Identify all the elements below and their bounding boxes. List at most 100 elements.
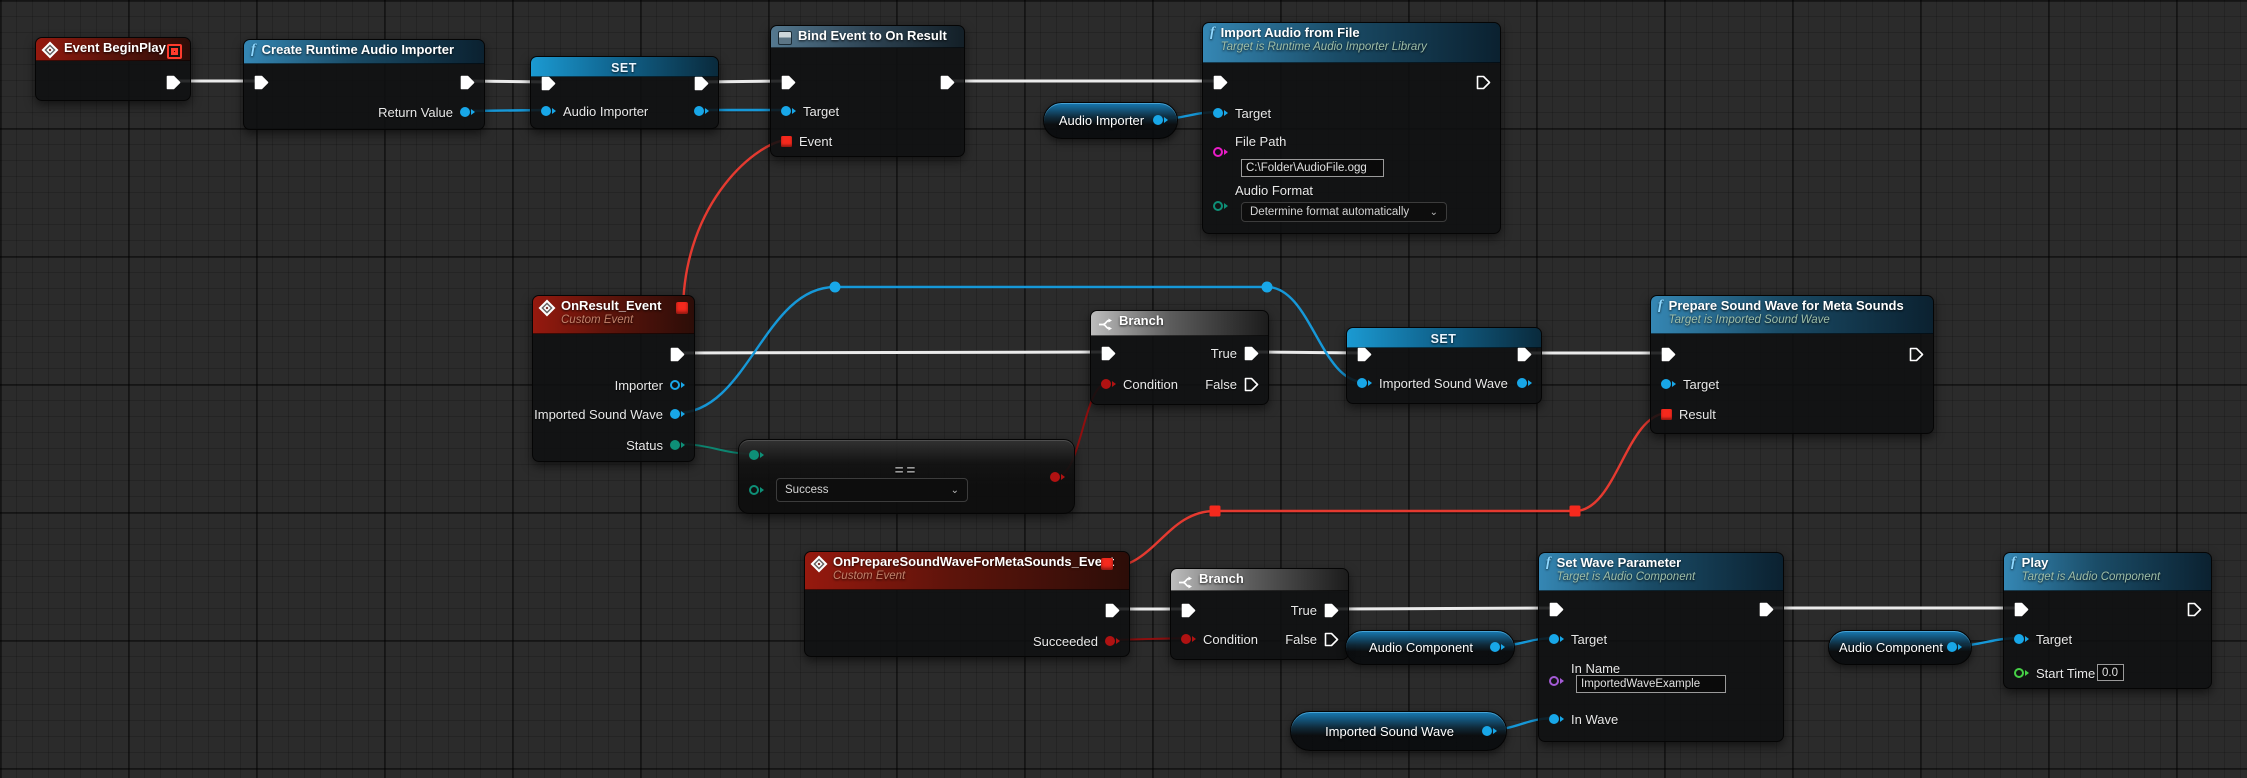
onresult-event-pin-importer[interactable]: Importer [615,375,685,395]
pin-exec-icon[interactable] [1517,347,1532,362]
node-imported-sound-wave-var[interactable]: Imported Sound Wave [1290,711,1507,751]
pin-exec-icon[interactable] [2187,602,2202,617]
node-header[interactable]: fPlayTarget is Audio Component [2004,553,2211,591]
pin-object-icon[interactable] [694,106,709,116]
node-bind-event-to-on-result[interactable]: Bind Event to On ResultTargetEvent [770,25,965,157]
pin-exec-icon[interactable] [2014,602,2029,617]
play-pin-start-time[interactable]: Start Time [2014,663,2095,683]
pin-exec-icon[interactable] [166,75,181,90]
pin-object-icon[interactable] [670,380,685,390]
branch-1-pin-exec-in[interactable] [1101,343,1116,363]
node-header[interactable]: Branch [1091,311,1268,336]
onprepare-event-pin-exec-out[interactable] [1105,600,1120,620]
import-audio-from-file-pin-exec-out[interactable] [1476,72,1491,92]
node-onprepare-event[interactable]: OnPrepareSoundWaveForMetaSounds_EventCus… [804,551,1130,657]
equals-enum-pin-result-out[interactable] [1050,467,1065,487]
pin-exec-icon[interactable] [1244,346,1259,361]
import-audio-from-file-pin-exec-in[interactable] [1213,72,1228,92]
pin-float-icon[interactable] [2014,668,2029,678]
equals-enum-b-in-dropdown[interactable]: Success⌄ [776,478,968,502]
play-start-time-input[interactable]: 0.0 [2097,664,2124,681]
audio-component-var-1-pin-value-out[interactable] [1490,637,1505,657]
branch-2-pin-condition[interactable]: Condition [1181,629,1258,649]
branch-1-pin-condition[interactable]: Condition [1101,374,1178,394]
blueprint-event-graph[interactable]: Event BeginPlay fCreate Runtime Audio Imp… [0,0,2247,778]
pin-exec-icon[interactable] [1324,632,1339,647]
branch-2-pin-exec-in[interactable] [1181,600,1196,620]
branch-2-pin-false-out[interactable]: False [1285,629,1339,649]
node-header[interactable]: Bind Event to On Result [771,26,964,48]
pin-object-icon[interactable] [1549,634,1564,644]
onresult-event-pin-status[interactable]: Status [626,435,685,455]
pin-object-icon[interactable] [781,106,796,116]
node-branch-1[interactable]: BranchConditionTrueFalse [1090,310,1269,405]
onresult-event-pin-exec-out[interactable] [670,344,685,364]
create-runtime-audio-importer-pin-return-value[interactable]: Return Value [378,102,475,122]
pin-exec-icon[interactable] [1101,346,1116,361]
prepare-sound-wave-pin-result[interactable]: Result [1661,404,1716,424]
pin-exec-icon[interactable] [1909,347,1924,362]
pin-object-icon[interactable] [1482,726,1497,736]
set-wave-parameter-pin-target[interactable]: Target [1549,629,1607,649]
node-import-audio-from-file[interactable]: fImport Audio from FileTarget is Runtime… [1202,22,1501,234]
node-audio-component-var-1[interactable]: Audio Component [1345,630,1515,665]
play-pin-target[interactable]: Target [2014,629,2072,649]
prepare-sound-wave-pin-target[interactable]: Target [1661,374,1719,394]
node-header[interactable]: fCreate Runtime Audio Importer [244,40,484,64]
pin-object-icon[interactable] [1947,642,1962,652]
audio-importer-var-pin-value-out[interactable] [1153,110,1168,130]
pin-exec-icon[interactable] [254,75,269,90]
set-audio-importer-pin-audio-importer-in[interactable]: Audio Importer [541,101,648,121]
pin-delegate-icon[interactable] [781,136,792,147]
set-wave-parameter-in-name-input[interactable]: ImportedWaveExample [1576,675,1726,693]
bind-event-to-on-result-pin-exec-in[interactable] [781,72,796,92]
import-audio-from-file-pin-audio-format[interactable] [1213,196,1228,216]
node-header[interactable]: OnPrepareSoundWaveForMetaSounds_EventCus… [805,552,1129,590]
delegate-output-pin[interactable] [1101,558,1113,570]
pin-exec-icon[interactable] [670,347,685,362]
pin-exec-icon[interactable] [541,76,556,91]
import-audio-from-file-file-path-input[interactable]: C:\Folder\AudioFile.ogg [1241,159,1384,177]
pin-object-icon[interactable] [1661,379,1676,389]
set-imported-sound-wave-pin-imported-sound-wave-in[interactable]: Imported Sound Wave [1357,373,1508,393]
pin-exec-icon[interactable] [1661,347,1676,362]
set-wave-parameter-pin-in-wave[interactable]: In Wave [1549,709,1618,729]
pin-object-icon[interactable] [1549,714,1564,724]
reroute-isw-1[interactable] [830,282,841,293]
pin-name-icon[interactable] [1549,676,1564,686]
node-header[interactable]: SET [1347,328,1541,348]
branch-1-pin-false-out[interactable]: False [1205,374,1259,394]
node-play[interactable]: fPlayTarget is Audio Component Target Star… [2003,552,2212,689]
pin-object-icon[interactable] [1357,378,1372,388]
node-equals-enum[interactable]: ==Success⌄ [738,439,1075,514]
play-pin-exec-out[interactable] [2187,599,2202,619]
import-audio-from-file-pin-target[interactable]: Target [1213,103,1271,123]
event-delegate-icon[interactable] [167,44,182,59]
node-header[interactable]: fSet Wave ParameterTarget is Audio Compo… [1539,553,1783,591]
audio-component-var-2-pin-value-out[interactable] [1947,637,1962,657]
pin-string-icon[interactable] [1213,147,1228,157]
node-header[interactable]: fImport Audio from FileTarget is Runtime… [1203,23,1500,63]
reroute-delegate-1[interactable] [1570,506,1581,517]
reroute-isw-2[interactable] [1262,282,1273,293]
set-wave-parameter-pin-exec-out[interactable] [1759,599,1774,619]
pin-object-icon[interactable] [1517,378,1532,388]
node-create-runtime-audio-importer[interactable]: fCreate Runtime Audio Importer Return Val… [243,39,485,130]
pin-bool-icon[interactable] [1101,379,1116,389]
set-audio-importer-pin-audio-importer-out[interactable] [694,101,709,121]
set-wave-parameter-pin-in-name[interactable] [1549,671,1564,691]
pin-exec-icon[interactable] [940,75,955,90]
node-event-beginplay[interactable]: Event BeginPlay [35,37,191,101]
equals-enum-pin-a-in[interactable] [749,445,764,465]
pin-exec-icon[interactable] [1324,603,1339,618]
onprepare-event-pin-succeeded[interactable]: Succeeded [1033,631,1120,651]
pin-object-icon[interactable] [1153,115,1168,125]
delegate-output-pin[interactable] [676,302,688,314]
set-wave-parameter-pin-exec-in[interactable] [1549,599,1564,619]
pin-object-icon[interactable] [1490,642,1505,652]
set-imported-sound-wave-pin-imported-sound-wave-out[interactable] [1517,373,1532,393]
event-beginplay-pin-exec-out[interactable] [166,72,181,92]
branch-2-pin-true-out[interactable]: True [1291,600,1339,620]
pin-enum-icon[interactable] [749,450,764,460]
bind-event-to-on-result-pin-event[interactable]: Event [781,131,832,151]
